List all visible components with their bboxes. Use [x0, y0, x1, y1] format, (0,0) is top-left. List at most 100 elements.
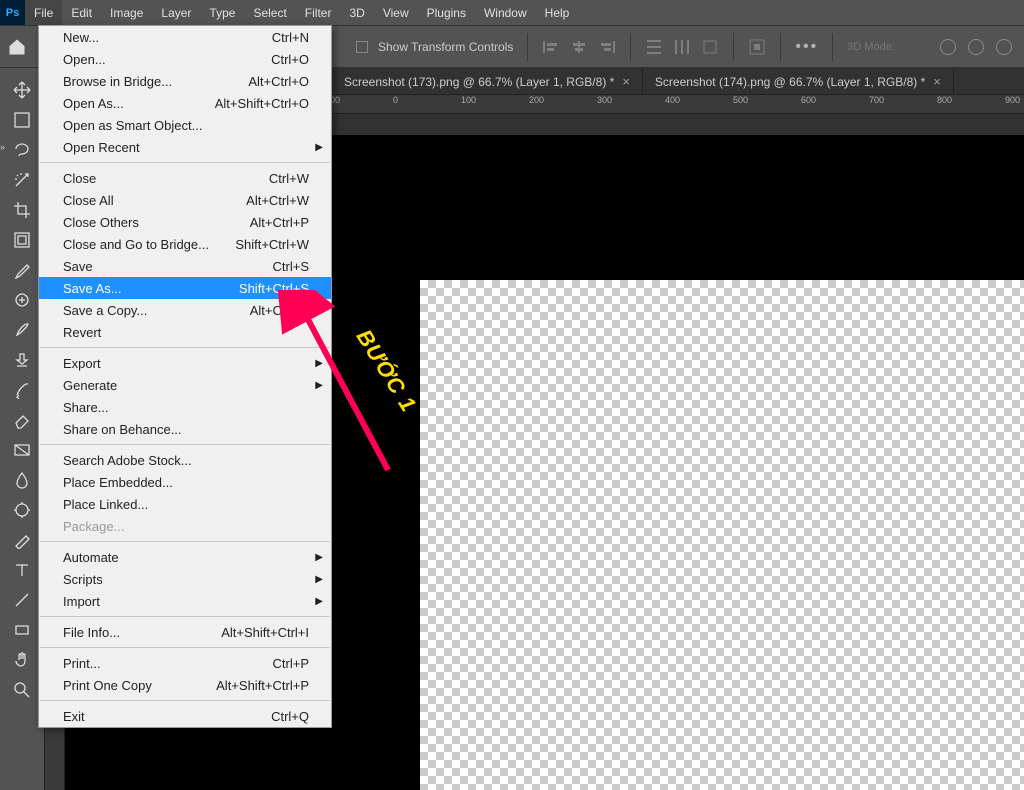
menu-item-label: Scripts	[63, 572, 103, 587]
menu-item-open-recent[interactable]: Open Recent▶	[39, 136, 331, 158]
tool-frame[interactable]	[7, 226, 37, 253]
tool-eyedropper[interactable]	[7, 256, 37, 283]
menu-3d[interactable]: 3D	[340, 0, 373, 25]
auto-select-checkbox[interactable]	[356, 41, 368, 53]
tool-pen[interactable]	[7, 526, 37, 553]
tool-type[interactable]	[7, 556, 37, 583]
menu-item-print[interactable]: Print...Ctrl+P	[39, 652, 331, 674]
menu-item-import[interactable]: Import▶	[39, 590, 331, 612]
tab-label: Screenshot (174).png @ 66.7% (Layer 1, R…	[655, 75, 925, 89]
menu-item-save-as[interactable]: Save As...Shift+Ctrl+S	[39, 277, 331, 299]
menu-item-close-and-go-to-bridge[interactable]: Close and Go to Bridge...Shift+Ctrl+W	[39, 233, 331, 255]
3d-mode-label: 3D Mode:	[847, 41, 895, 53]
menu-item-search-adobe-stock[interactable]: Search Adobe Stock...	[39, 449, 331, 471]
menu-item-revert[interactable]: Revert	[39, 321, 331, 343]
tool-heal[interactable]	[7, 286, 37, 313]
menu-item-generate[interactable]: Generate▶	[39, 374, 331, 396]
menu-item-place-embedded[interactable]: Place Embedded...	[39, 471, 331, 493]
align-to-icon[interactable]	[748, 38, 766, 56]
menu-plugins[interactable]: Plugins	[418, 0, 475, 25]
menu-edit[interactable]: Edit	[62, 0, 101, 25]
tool-brush[interactable]	[7, 316, 37, 343]
tool-gradient[interactable]	[7, 436, 37, 463]
menu-item-file-info[interactable]: File Info...Alt+Shift+Ctrl+I	[39, 621, 331, 643]
menu-item-label: Package...	[63, 519, 124, 534]
close-icon[interactable]: ×	[622, 74, 630, 89]
tool-eraser[interactable]	[7, 406, 37, 433]
menu-item-automate[interactable]: Automate▶	[39, 546, 331, 568]
tool-rectangle[interactable]	[7, 616, 37, 643]
submenu-arrow-icon: ▶	[315, 574, 323, 585]
distribute-h-icon[interactable]	[673, 38, 691, 56]
tool-path[interactable]	[7, 586, 37, 613]
align-left-icon[interactable]	[542, 38, 560, 56]
tool-crop[interactable]	[7, 196, 37, 223]
menu-item-label: Import	[63, 594, 100, 609]
align-center-icon[interactable]	[570, 38, 588, 56]
app-logo: Ps	[0, 0, 25, 25]
tool-dodge[interactable]	[7, 496, 37, 523]
menu-item-open-as[interactable]: Open As...Alt+Shift+Ctrl+O	[39, 92, 331, 114]
menu-item-shortcut: Alt+Shift+Ctrl+O	[215, 96, 309, 111]
menu-item-close[interactable]: CloseCtrl+W	[39, 167, 331, 189]
expand-icon[interactable]: »	[0, 142, 10, 152]
menu-item-label: Open Recent	[63, 140, 140, 155]
menu-item-shortcut: Ctrl+Q	[271, 709, 309, 724]
menu-image[interactable]: Image	[101, 0, 152, 25]
distribute-icon[interactable]	[645, 38, 663, 56]
menu-item-close-others[interactable]: Close OthersAlt+Ctrl+P	[39, 211, 331, 233]
align-right-icon[interactable]	[598, 38, 616, 56]
menu-item-share[interactable]: Share...	[39, 396, 331, 418]
menu-item-save[interactable]: SaveCtrl+S	[39, 255, 331, 277]
menu-type[interactable]: Type	[200, 0, 244, 25]
menu-filter[interactable]: Filter	[296, 0, 341, 25]
tool-hand[interactable]	[7, 646, 37, 673]
menu-item-open[interactable]: Open...Ctrl+O	[39, 48, 331, 70]
menu-item-print-one-copy[interactable]: Print One CopyAlt+Shift+Ctrl+P	[39, 674, 331, 696]
menu-item-label: New...	[63, 30, 99, 45]
ruler-tick: 600	[801, 95, 816, 105]
menu-file[interactable]: File	[25, 0, 62, 25]
tool-blur[interactable]	[7, 466, 37, 493]
document-tab[interactable]: Screenshot (174).png @ 66.7% (Layer 1, R…	[643, 69, 954, 94]
menu-item-scripts[interactable]: Scripts ▶	[39, 568, 331, 590]
menu-item-export[interactable]: Export▶	[39, 352, 331, 374]
menu-help[interactable]: Help	[536, 0, 579, 25]
menu-item-close-all[interactable]: Close AllAlt+Ctrl+W	[39, 189, 331, 211]
menu-item-new[interactable]: New...Ctrl+N	[39, 26, 331, 48]
menu-window[interactable]: Window	[475, 0, 536, 25]
home-icon[interactable]	[7, 37, 27, 57]
menu-item-shortcut: Ctrl+S	[273, 259, 309, 274]
more-icon[interactable]: •••	[795, 38, 818, 56]
divider	[630, 33, 631, 61]
close-icon[interactable]: ×	[933, 74, 941, 89]
menu-item-shortcut: Ctrl+W	[269, 171, 309, 186]
menu-item-exit[interactable]: ExitCtrl+Q	[39, 705, 331, 727]
tool-zoom[interactable]	[7, 676, 37, 703]
menu-select[interactable]: Select	[244, 0, 295, 25]
menu-item-shortcut: Alt+Shift+Ctrl+P	[216, 678, 309, 693]
menu-separator	[40, 700, 330, 701]
tool-marquee[interactable]	[7, 106, 37, 133]
tool-move[interactable]	[7, 76, 37, 103]
menu-item-share-on-behance[interactable]: Share on Behance...	[39, 418, 331, 440]
menu-item-open-as-smart-object[interactable]: Open as Smart Object...	[39, 114, 331, 136]
menu-item-shortcut: Ctrl+P	[273, 656, 309, 671]
tool-history[interactable]	[7, 376, 37, 403]
tool-wand[interactable]	[7, 166, 37, 193]
menu-layer[interactable]: Layer	[152, 0, 200, 25]
ruler-tick: 200	[529, 95, 544, 105]
3d-slide-icon[interactable]	[996, 39, 1012, 55]
3d-pan-icon[interactable]	[968, 39, 984, 55]
menu-item-browse-in-bridge[interactable]: Browse in Bridge...Alt+Ctrl+O	[39, 70, 331, 92]
document-tab[interactable]: Screenshot (173).png @ 66.7% (Layer 1, R…	[332, 69, 643, 94]
distribute-v-icon[interactable]	[701, 38, 719, 56]
menu-item-shortcut: Alt+Ctrl+W	[246, 193, 309, 208]
tool-lasso[interactable]	[7, 136, 37, 163]
menu-item-place-linked[interactable]: Place Linked...	[39, 493, 331, 515]
menu-item-save-a-copy[interactable]: Save a Copy...Alt+Ctrl+S	[39, 299, 331, 321]
canvas[interactable]	[420, 280, 1024, 790]
menu-view[interactable]: View	[374, 0, 418, 25]
3d-orbit-icon[interactable]	[940, 39, 956, 55]
tool-stamp[interactable]	[7, 346, 37, 373]
